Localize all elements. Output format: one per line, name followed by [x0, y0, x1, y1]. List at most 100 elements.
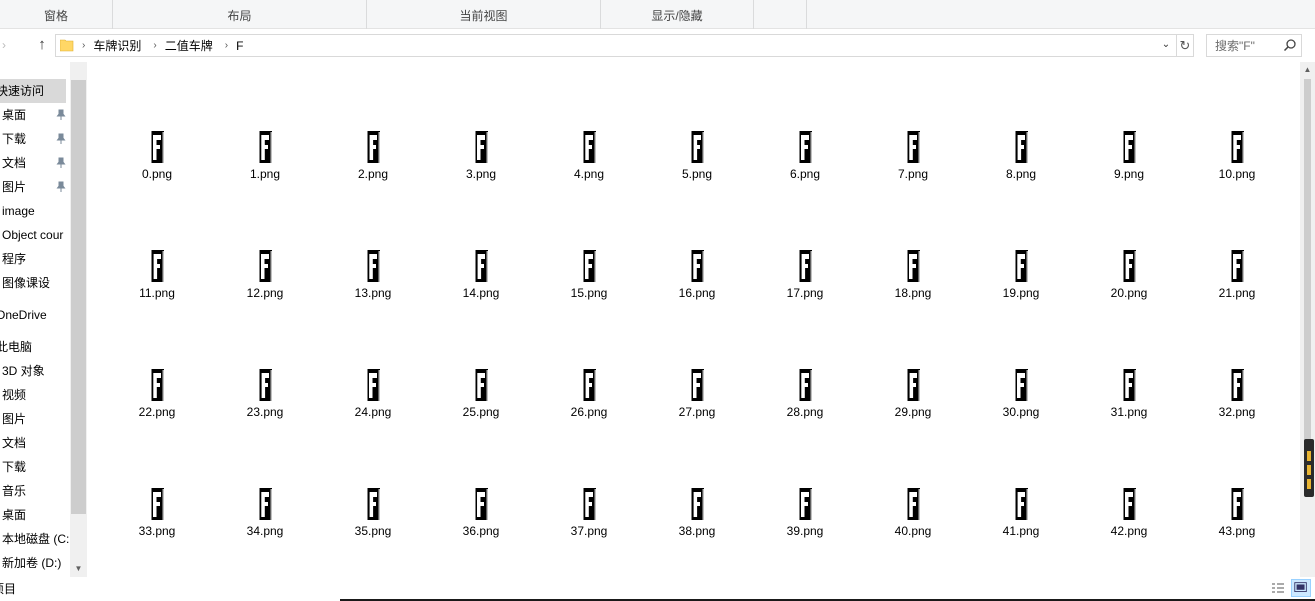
- file-item[interactable]: 26.png: [535, 299, 643, 419]
- sidebar-scroll-thumb[interactable]: [71, 80, 86, 514]
- file-item[interactable]: 0.png: [103, 61, 211, 181]
- sidebar-item[interactable]: 视频: [0, 383, 70, 407]
- file-item[interactable]: 31.png: [1075, 299, 1183, 419]
- file-item[interactable]: 7.png: [859, 61, 967, 181]
- sidebar-item[interactable]: OneDrive: [0, 303, 66, 327]
- chevron-right-icon[interactable]: ›: [153, 40, 156, 51]
- breadcrumb-item[interactable]: F: [236, 39, 243, 53]
- pin-icon[interactable]: [56, 133, 66, 145]
- file-item[interactable]: 23.png: [211, 299, 319, 419]
- sidebar-item-label: 本地磁盘 (C:: [2, 532, 70, 546]
- large-icons-view-icon[interactable]: [1291, 579, 1311, 597]
- sidebar-item[interactable]: 此电脑: [0, 335, 66, 359]
- file-item[interactable]: 37.png: [535, 418, 643, 538]
- sidebar-item[interactable]: 图片: [0, 175, 70, 199]
- forward-arrow-icon[interactable]: ›: [0, 37, 12, 53]
- file-item[interactable]: 25.png: [427, 299, 535, 419]
- address-bar[interactable]: › 车牌识别 › 二值车牌 › F ⌄: [55, 34, 1177, 57]
- file-item[interactable]: 41.png: [967, 418, 1075, 538]
- sidebar-item[interactable]: 音乐: [0, 479, 70, 503]
- file-item[interactable]: 35.png: [319, 418, 427, 538]
- ribbon-group-current-view[interactable]: 当前视图: [367, 0, 601, 29]
- file-item[interactable]: 28.png: [751, 299, 859, 419]
- sidebar-item[interactable]: 图像课设: [0, 271, 70, 295]
- file-item[interactable]: 19.png: [967, 180, 1075, 300]
- file-item[interactable]: 10.png: [1183, 61, 1291, 181]
- pin-icon[interactable]: [56, 157, 66, 169]
- sidebar-item[interactable]: image: [0, 199, 70, 223]
- file-item[interactable]: 40.png: [859, 418, 967, 538]
- file-item[interactable]: 14.png: [427, 180, 535, 300]
- file-item[interactable]: 36.png: [427, 418, 535, 538]
- sidebar-item[interactable]: 3D 对象: [0, 359, 70, 383]
- image-thumbnail-icon: [150, 250, 164, 282]
- sidebar-item[interactable]: 桌面: [0, 503, 70, 527]
- file-item[interactable]: 43.png: [1183, 418, 1291, 538]
- pin-icon[interactable]: [56, 181, 66, 193]
- sidebar-item[interactable]: 本地磁盘 (C:: [0, 527, 70, 551]
- breadcrumb-item[interactable]: 二值车牌: [165, 37, 213, 54]
- file-item[interactable]: 18.png: [859, 180, 967, 300]
- file-item[interactable]: 15.png: [535, 180, 643, 300]
- file-item[interactable]: 22.png: [103, 299, 211, 419]
- file-item[interactable]: 13.png: [319, 180, 427, 300]
- file-item[interactable]: 27.png: [643, 299, 751, 419]
- file-item[interactable]: 21.png: [1183, 180, 1291, 300]
- scroll-up-icon[interactable]: ▲: [1300, 62, 1315, 77]
- file-item[interactable]: 3.png: [427, 61, 535, 181]
- sidebar-item[interactable]: 下载: [0, 455, 70, 479]
- file-item[interactable]: 16.png: [643, 180, 751, 300]
- sidebar-item[interactable]: 图片: [0, 407, 70, 431]
- file-item[interactable]: 17.png: [751, 180, 859, 300]
- file-item[interactable]: 2.png: [319, 61, 427, 181]
- chevron-down-icon[interactable]: ⌄: [1160, 38, 1172, 52]
- file-item[interactable]: 42.png: [1075, 418, 1183, 538]
- search-box[interactable]: [1206, 34, 1302, 57]
- sidebar-item[interactable]: 下载: [0, 127, 70, 151]
- file-item[interactable]: 32.png: [1183, 299, 1291, 419]
- file-item[interactable]: 39.png: [751, 418, 859, 538]
- ribbon-group-show-hide[interactable]: 显示/隐藏: [601, 0, 754, 29]
- file-name: 1.png: [249, 167, 281, 181]
- file-list-scroll-thumb[interactable]: [1304, 79, 1311, 492]
- file-item[interactable]: 1.png: [211, 61, 319, 181]
- sidebar-item[interactable]: 程序: [0, 247, 70, 271]
- image-thumbnail-icon: [1122, 250, 1136, 282]
- ribbon-group-panes[interactable]: 窗格: [0, 0, 113, 29]
- chevron-right-icon[interactable]: ›: [225, 40, 228, 51]
- file-item[interactable]: 29.png: [859, 299, 967, 419]
- sidebar-item[interactable]: 文档: [0, 151, 70, 175]
- file-item[interactable]: 6.png: [751, 61, 859, 181]
- up-arrow-icon[interactable]: ↑: [34, 37, 50, 53]
- sidebar-item[interactable]: 桌面: [0, 103, 70, 127]
- refresh-icon[interactable]: ↻: [1177, 34, 1194, 57]
- file-item[interactable]: 30.png: [967, 299, 1075, 419]
- file-item[interactable]: 9.png: [1075, 61, 1183, 181]
- sidebar-item[interactable]: 快速访问: [0, 79, 66, 103]
- file-item[interactable]: 34.png: [211, 418, 319, 538]
- sidebar-item[interactable]: 新加卷 (D:): [0, 551, 70, 575]
- file-item[interactable]: 20.png: [1075, 180, 1183, 300]
- file-name: 10.png: [1218, 167, 1256, 181]
- sidebar-item[interactable]: Object cour: [0, 223, 70, 247]
- scroll-down-icon[interactable]: ▼: [70, 560, 87, 577]
- ribbon-group-layout[interactable]: 布局: [113, 0, 367, 29]
- file-item[interactable]: 8.png: [967, 61, 1075, 181]
- file-item[interactable]: 33.png: [103, 418, 211, 538]
- file-item[interactable]: 12.png: [211, 180, 319, 300]
- file-item[interactable]: 5.png: [643, 61, 751, 181]
- sidebar-item[interactable]: 文档: [0, 431, 70, 455]
- chevron-right-icon[interactable]: ›: [82, 40, 85, 51]
- sidebar-scrollbar[interactable]: ▼: [70, 62, 87, 577]
- details-view-icon[interactable]: [1268, 579, 1288, 597]
- file-item[interactable]: 4.png: [535, 61, 643, 181]
- file-item[interactable]: 11.png: [103, 180, 211, 300]
- search-icon[interactable]: [1283, 38, 1297, 52]
- sidebar-item-label: 文档: [2, 436, 27, 450]
- breadcrumb-item[interactable]: 车牌识别: [93, 37, 141, 54]
- file-item[interactable]: 24.png: [319, 299, 427, 419]
- file-item[interactable]: 38.png: [643, 418, 751, 538]
- pin-icon[interactable]: [56, 109, 66, 121]
- file-list-scrollbar[interactable]: ▲: [1300, 62, 1315, 577]
- search-input[interactable]: [1207, 35, 1283, 56]
